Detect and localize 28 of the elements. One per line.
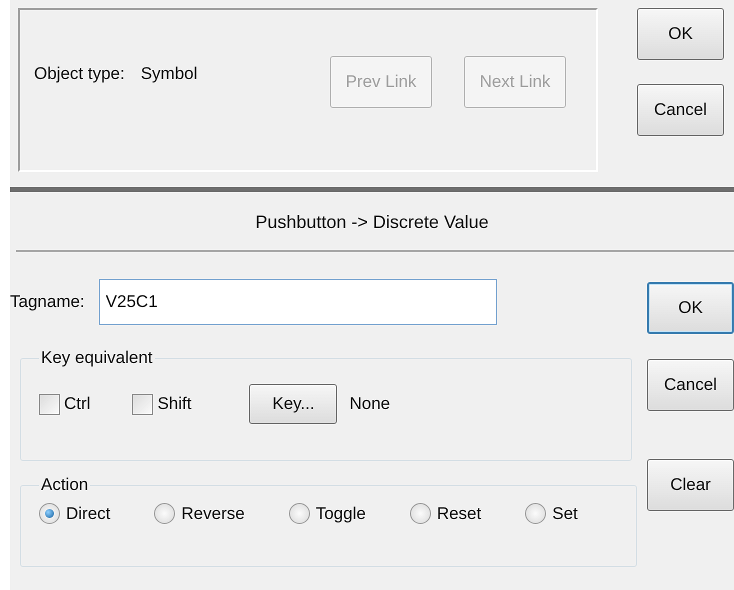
checkbox-label: Shift (157, 394, 192, 414)
radio-label: Reverse (181, 504, 245, 524)
tagname-label: Tagname: (10, 292, 85, 312)
radio-label: Set (552, 504, 578, 524)
radio-button[interactable] (288, 503, 310, 524)
object-type-label: Object type: (34, 64, 125, 84)
key-value: None (349, 394, 390, 414)
dialog-button[interactable]: Cancel (637, 84, 724, 136)
checkbox-label: Ctrl (64, 394, 90, 414)
radio-button[interactable] (154, 503, 176, 524)
radio-label: Direct (66, 504, 110, 524)
radio-label: Toggle (316, 504, 366, 524)
checkbox[interactable] (132, 394, 154, 414)
dialog-button[interactable]: OK (647, 282, 734, 334)
group-title: Key equivalent (40, 348, 154, 368)
checkbox[interactable] (39, 394, 60, 414)
object-type-value: Symbol (140, 64, 198, 84)
dialog-button[interactable]: OK (637, 8, 724, 60)
radio-button[interactable] (525, 503, 546, 524)
dialog-button[interactable]: Clear (647, 459, 734, 511)
radio-button[interactable] (410, 503, 431, 524)
radio-button[interactable] (39, 503, 60, 524)
dialog-title: Pushbutton -> Discrete Value (254, 211, 490, 234)
tagname-field[interactable]: V25C1 (98, 279, 497, 325)
dialog-button[interactable]: Cancel (647, 359, 734, 411)
group-title: Action (40, 475, 90, 495)
radio-label: Reset (436, 504, 482, 524)
key-button[interactable]: Key... (249, 384, 338, 424)
